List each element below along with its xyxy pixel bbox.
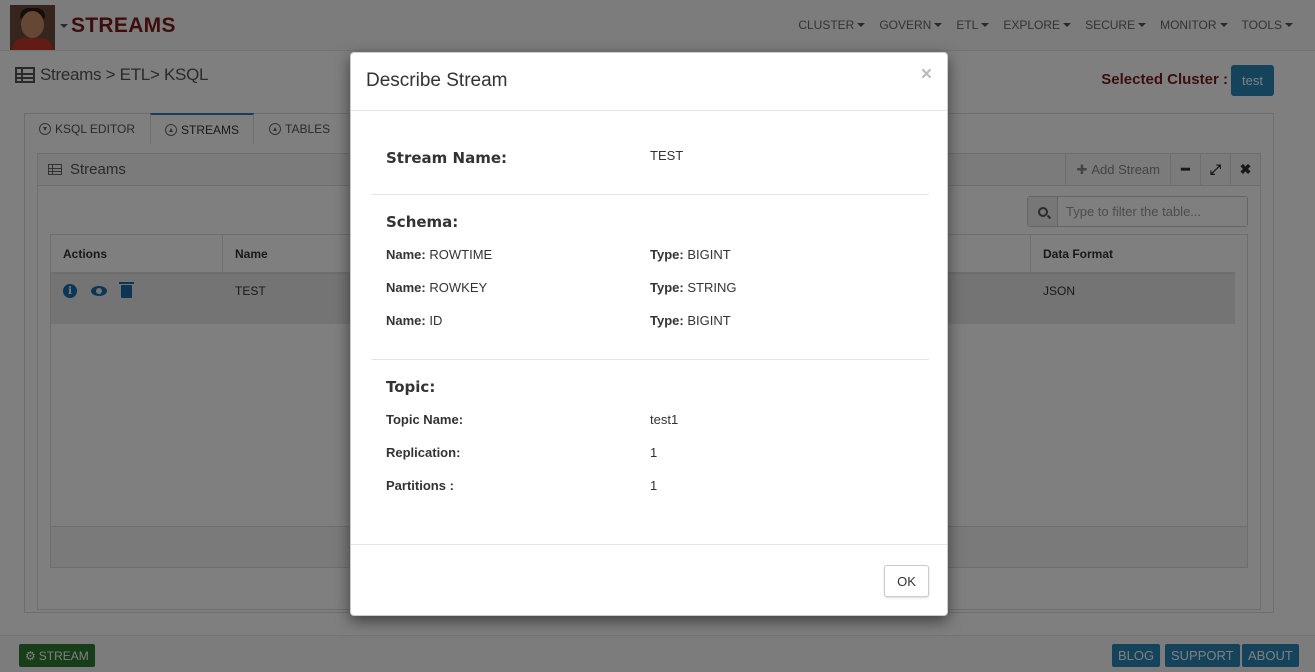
partitions-label: Partitions : (386, 478, 454, 493)
ok-button[interactable]: OK (884, 565, 929, 597)
schema-field-name: Name: ROWTIME (386, 247, 493, 262)
describe-stream-modal: Describe Stream × Stream Name: TEST Sche… (350, 52, 948, 616)
schema-field-name: Name: ROWKEY (386, 280, 488, 295)
divider (371, 194, 929, 195)
modal-footer: OK (351, 544, 947, 616)
stream-name-label: Stream Name: (386, 149, 507, 167)
schema-field-type: Type: BIGINT (650, 247, 731, 262)
modal-header: Describe Stream × (351, 53, 947, 111)
topic-heading: Topic: (386, 378, 436, 396)
stream-name-value: TEST (650, 148, 684, 163)
replication-value: 1 (650, 445, 658, 460)
schema-heading: Schema: (386, 213, 459, 231)
topic-name-label: Topic Name: (386, 412, 464, 427)
divider (371, 359, 929, 360)
modal-body: Stream Name: TEST Schema: Name: ROWTIME … (351, 111, 947, 544)
close-icon[interactable]: × (921, 65, 932, 84)
schema-field-type: Type: STRING (650, 280, 737, 295)
schema-field-name: Name: ID (386, 313, 443, 328)
partitions-value: 1 (650, 478, 658, 493)
replication-label: Replication: (386, 445, 461, 460)
topic-name-value: test1 (650, 412, 679, 427)
modal-title: Describe Stream (366, 70, 508, 91)
schema-field-type: Type: BIGINT (650, 313, 731, 328)
